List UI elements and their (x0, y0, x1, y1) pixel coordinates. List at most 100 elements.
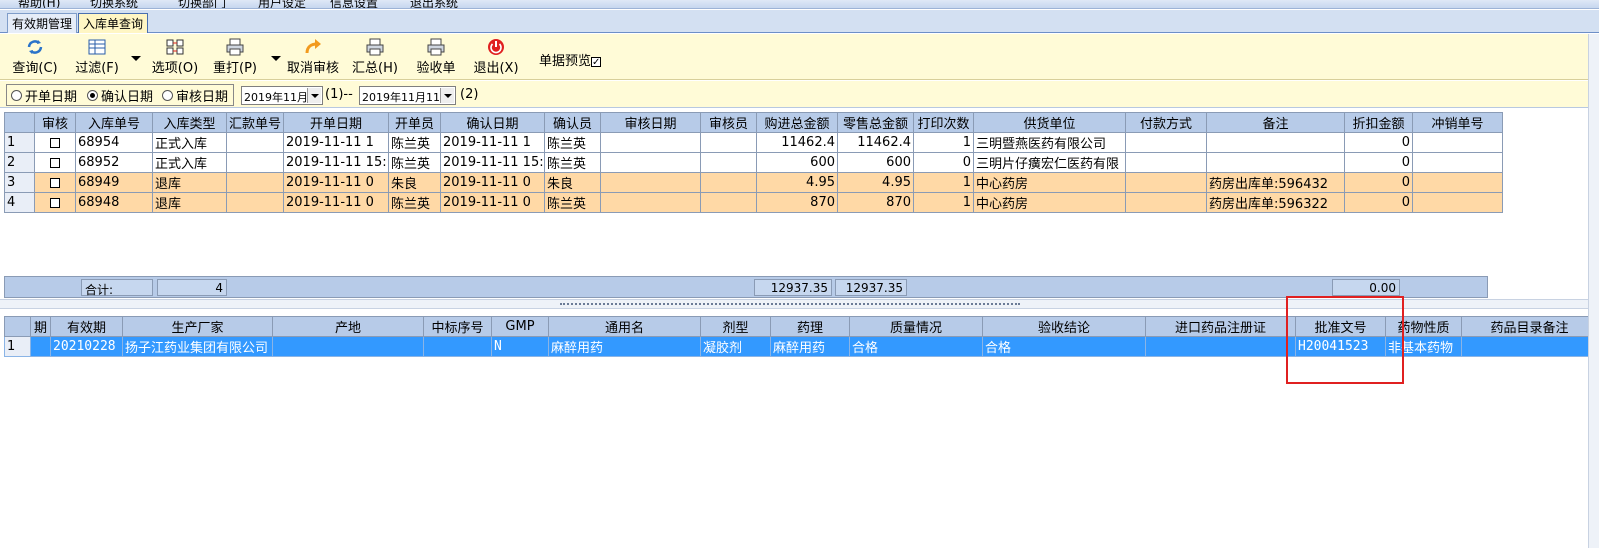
column-header[interactable]: 供货单位 (973, 112, 1126, 133)
power-icon (488, 39, 504, 55)
column-header[interactable] (4, 112, 35, 133)
cell-auditor (700, 172, 757, 193)
cell-supplier: 中心药房 (973, 192, 1126, 213)
table-row[interactable]: 3 68949 退库 2019-11-11 0 朱良 2019-11-11 0 … (4, 172, 1503, 193)
table-row[interactable]: 1 68954 正式入库 2019-11-11 1 陈兰英 2019-11-11… (4, 132, 1503, 153)
cell-discount: 0 (1344, 172, 1413, 193)
column-header[interactable]: 质量情况 (849, 316, 983, 337)
audit-checkbox[interactable] (50, 137, 60, 148)
filter-dropdown-arrow-icon[interactable] (131, 56, 141, 61)
column-header[interactable]: 汇款单号 (226, 112, 284, 133)
preview-checkbox[interactable]: ✓ (591, 56, 602, 67)
column-header[interactable]: 购进总金额 (756, 112, 838, 133)
top-menu-item[interactable]: 用户设定 (258, 0, 306, 8)
column-header[interactable]: 进口药品注册证 (1145, 316, 1296, 337)
chevron-down-icon[interactable] (307, 88, 321, 103)
cancel-audit-button[interactable]: 取消审核 (285, 38, 341, 78)
end-date-picker[interactable]: 2019年11月11日 (359, 86, 456, 105)
cell-order-no: 68949 (75, 172, 153, 193)
options-button[interactable]: 选项(O) (150, 38, 200, 78)
column-header[interactable]: 期 (30, 316, 51, 337)
vertical-scrollbar[interactable] (1588, 34, 1599, 548)
column-header[interactable]: 中标序号 (423, 316, 492, 337)
filter-button[interactable]: 过滤(F) (72, 38, 122, 78)
cell-opener: 朱良 (388, 172, 441, 193)
cell-discount: 0 (1344, 132, 1413, 153)
summary-bar: 合计: 4 12937.35 12937.35 0.00 (4, 276, 1488, 298)
audit-checkbox-cell[interactable] (34, 172, 76, 193)
top-menu-item[interactable]: 信息设置 (330, 0, 378, 8)
column-header[interactable]: 开单日期 (283, 112, 389, 133)
column-header[interactable]: 打印次数 (913, 112, 974, 133)
cell-period (30, 336, 51, 357)
start-date-picker[interactable]: 2019年11月 (241, 86, 323, 105)
exit-label: 退出(X) (473, 61, 519, 76)
column-header[interactable]: 入库单号 (75, 112, 153, 133)
column-header[interactable]: 零售总金额 (837, 112, 914, 133)
inspect-button[interactable]: 验收单 (413, 38, 459, 78)
cell-purchase-total: 11462.4 (756, 132, 838, 153)
splitter-grip[interactable] (560, 303, 1020, 305)
tab-inbound-query[interactable]: 入库单查询 (78, 13, 149, 33)
column-header[interactable]: 通用名 (548, 316, 701, 337)
table-row[interactable]: 2 68952 正式入库 2019-11-11 15: 陈兰英 2019-11-… (4, 152, 1503, 173)
audit-checkbox[interactable] (50, 177, 60, 188)
column-header[interactable] (4, 316, 31, 337)
top-menu-item[interactable]: 帮助(H) (18, 0, 60, 8)
column-header[interactable]: 产地 (272, 316, 424, 337)
audit-checkbox-cell[interactable] (34, 152, 76, 173)
summary-label: 合计: (81, 279, 153, 297)
end-date-value: 2019年11月11日 (362, 91, 451, 104)
reprint-dropdown-arrow-icon[interactable] (271, 56, 281, 61)
cell-note: 药房出库单:596432 (1206, 172, 1345, 193)
reprint-button[interactable]: 重打(P) (210, 38, 260, 78)
cell-purchase-total: 600 (756, 152, 838, 173)
cell-origin (272, 336, 424, 357)
tab-expiry-management[interactable]: 有效期管理 (7, 13, 78, 33)
radio-confirm-date[interactable] (87, 90, 98, 101)
column-header[interactable]: 审核日期 (600, 112, 701, 133)
cell-bid-no (423, 336, 492, 357)
audit-checkbox[interactable] (50, 197, 60, 208)
cell-dosage-form: 凝胶剂 (700, 336, 771, 357)
cell-opener: 陈兰英 (388, 132, 441, 153)
column-header[interactable]: 剂型 (700, 316, 771, 337)
preview-toggle[interactable]: 单据预览✓ (539, 50, 602, 69)
radio-audit-date[interactable] (162, 90, 173, 101)
chevron-down-icon[interactable] (440, 88, 454, 103)
audit-checkbox[interactable] (50, 157, 60, 168)
column-header[interactable]: 付款方式 (1125, 112, 1207, 133)
cell-remit (226, 152, 284, 173)
column-header[interactable]: 入库类型 (152, 112, 227, 133)
column-header[interactable]: 审核 (34, 112, 76, 133)
summary-button[interactable]: 汇总(H) (350, 38, 400, 78)
cell-gmp: N (491, 336, 549, 357)
column-header[interactable]: 验收结论 (982, 316, 1146, 337)
audit-checkbox-cell[interactable] (34, 132, 76, 153)
top-menu-item[interactable]: 切换系统 (90, 0, 138, 8)
undo-arrow-icon (305, 39, 321, 54)
table-row[interactable]: 4 68948 退库 2019-11-11 0 陈兰英 2019-11-11 0… (4, 192, 1503, 213)
column-header[interactable]: 确认员 (544, 112, 601, 133)
column-header[interactable]: 确认日期 (440, 112, 545, 133)
column-header[interactable]: 生产厂家 (122, 316, 273, 337)
row-index: 1 (4, 336, 31, 357)
cancel-audit-label: 取消审核 (286, 61, 339, 76)
radio-open-date[interactable] (11, 90, 22, 101)
top-menu-item[interactable]: 退出系统 (410, 0, 458, 8)
column-header[interactable]: 开单员 (388, 112, 441, 133)
column-header[interactable]: GMP (491, 316, 549, 337)
query-button[interactable]: 查询(C) (10, 38, 60, 78)
exit-button[interactable]: 退出(X) (471, 38, 521, 78)
column-header[interactable]: 备注 (1206, 112, 1345, 133)
column-header[interactable]: 药品目录备注 (1461, 316, 1598, 337)
column-header[interactable]: 药理 (770, 316, 850, 337)
end-date-suffix: (2) (460, 87, 479, 102)
audit-checkbox-cell[interactable] (34, 192, 76, 213)
column-header[interactable]: 冲销单号 (1412, 112, 1503, 133)
inbound-list-grid: 审核 入库单号 入库类型 汇款单号 开单日期 开单员 确认日期 确认员 审核日期… (4, 112, 1503, 213)
top-menu-item[interactable]: 切换部门 (178, 0, 226, 8)
column-header[interactable]: 折扣金额 (1344, 112, 1413, 133)
column-header[interactable]: 有效期 (50, 316, 123, 337)
column-header[interactable]: 审核员 (700, 112, 757, 133)
